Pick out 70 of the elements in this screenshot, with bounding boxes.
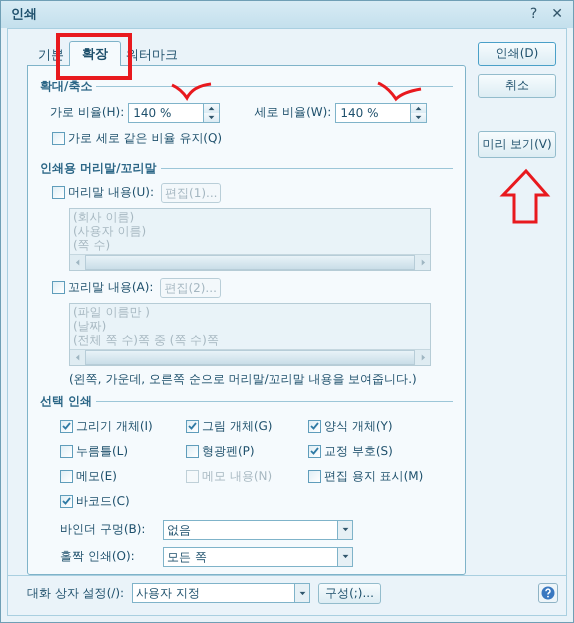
checkbox-label: 편집 용지 표시(M)	[324, 468, 424, 485]
right-arrow-icon[interactable]	[420, 258, 426, 266]
section-title: 인쇄용 머리말/꼬리말	[40, 160, 157, 177]
field-label: 대화 상자 설정(/):	[27, 584, 124, 602]
checkbox[interactable]	[60, 420, 73, 433]
checkbox[interactable]	[60, 470, 73, 483]
dropdown-arrow-icon[interactable]	[298, 590, 306, 596]
checkbox-label: 바코드(C)	[76, 492, 130, 510]
down-arrow-icon[interactable]	[415, 114, 422, 120]
close-button[interactable]: ✕	[551, 6, 563, 22]
dropdown-arrow-icon[interactable]	[342, 554, 348, 560]
checkbox[interactable]	[52, 132, 65, 145]
spin-field[interactable]: 140 %	[128, 102, 220, 123]
checkbox[interactable]	[186, 420, 199, 433]
section-title: 확대/축소	[40, 78, 92, 95]
help-button[interactable]: ?	[530, 6, 538, 22]
checkbox-label: 누름틀(L)	[76, 442, 128, 460]
checkbox[interactable]	[52, 186, 65, 200]
checkbox-label: 그림 개체(G)	[202, 418, 272, 435]
up-arrow-icon[interactable]	[208, 106, 216, 111]
checkbox[interactable]	[60, 444, 73, 458]
list-line: (날짜)	[73, 318, 108, 333]
checkbox[interactable]	[60, 494, 73, 508]
down-arrow-icon[interactable]	[208, 114, 216, 120]
list-line: (회사 이름)	[73, 210, 136, 224]
checkbox[interactable]	[308, 444, 321, 458]
arrow-drawing	[499, 168, 550, 224]
right-arrow-icon[interactable]	[420, 354, 426, 361]
dialog-button[interactable]: 취소	[478, 74, 556, 98]
dropdown[interactable]: 모든 쪽	[163, 546, 353, 567]
checkbox-label: 형광펜(P)	[202, 442, 255, 460]
checkbox-label: 양식 개체(Y)	[324, 418, 393, 435]
checkbox[interactable]	[308, 470, 321, 483]
field-label: 가로 비율(H):	[50, 104, 124, 122]
checkbox[interactable]	[308, 420, 321, 433]
tab[interactable]: 확장	[69, 40, 121, 66]
note-text: (왼쪽, 가운데, 오른쪽 순으로 머리말/꼬리말 내용을 보여줍니다.)	[69, 370, 417, 388]
check-mark-drawing	[171, 82, 212, 100]
checkbox-label: 교정 부호(S)	[324, 442, 393, 460]
configure-button[interactable]: 구성(;)...	[318, 582, 381, 604]
checkbox[interactable]	[52, 281, 65, 294]
checkbox-label: 메모 내용(N)	[202, 468, 272, 485]
list-line: (전체 쪽 수)쪽 중 (쪽 수)쪽	[73, 332, 220, 347]
checkbox-label: 가로 세로 같은 비율 유지(Q)	[68, 130, 222, 147]
dropdown-arrow-icon[interactable]	[342, 527, 348, 532]
window-title: 인쇄	[11, 6, 38, 24]
scrollbar[interactable]	[70, 348, 430, 365]
checkbox-label: 메모(E)	[76, 468, 117, 485]
spin-field[interactable]: 140 %	[335, 102, 428, 123]
list-line: (파일 이름만 )	[73, 304, 151, 319]
check-mark-drawing	[377, 82, 422, 100]
dialog-button[interactable]: 미리 보기(V)	[478, 130, 556, 158]
help-icon[interactable]	[538, 583, 558, 604]
field-label: 홀짝 인쇄(O):	[60, 548, 136, 566]
field-label: 바인더 구멍(B):	[60, 521, 146, 538]
checkbox-label: 그리기 개체(I)	[76, 418, 153, 435]
dialog-button[interactable]: 인쇄(D)	[478, 42, 556, 66]
list-line: (쪽 수)	[73, 238, 112, 252]
list-line: (사용자 이름)	[73, 224, 148, 238]
left-arrow-icon[interactable]	[74, 258, 80, 266]
checkbox-label: 꼬리말 내용(A):	[68, 279, 154, 296]
field-label: 세로 비율(W):	[254, 104, 332, 122]
checkbox-label: 머리말 내용(U):	[68, 184, 154, 202]
section-title: 선택 인쇄	[40, 392, 92, 410]
checkbox[interactable]	[186, 444, 199, 458]
left-arrow-icon[interactable]	[74, 354, 80, 361]
up-arrow-icon[interactable]	[415, 106, 422, 111]
dropdown[interactable]: 없음	[163, 520, 353, 540]
scrollbar[interactable]	[70, 254, 430, 270]
dropdown[interactable]: 사용자 지정	[132, 583, 310, 604]
